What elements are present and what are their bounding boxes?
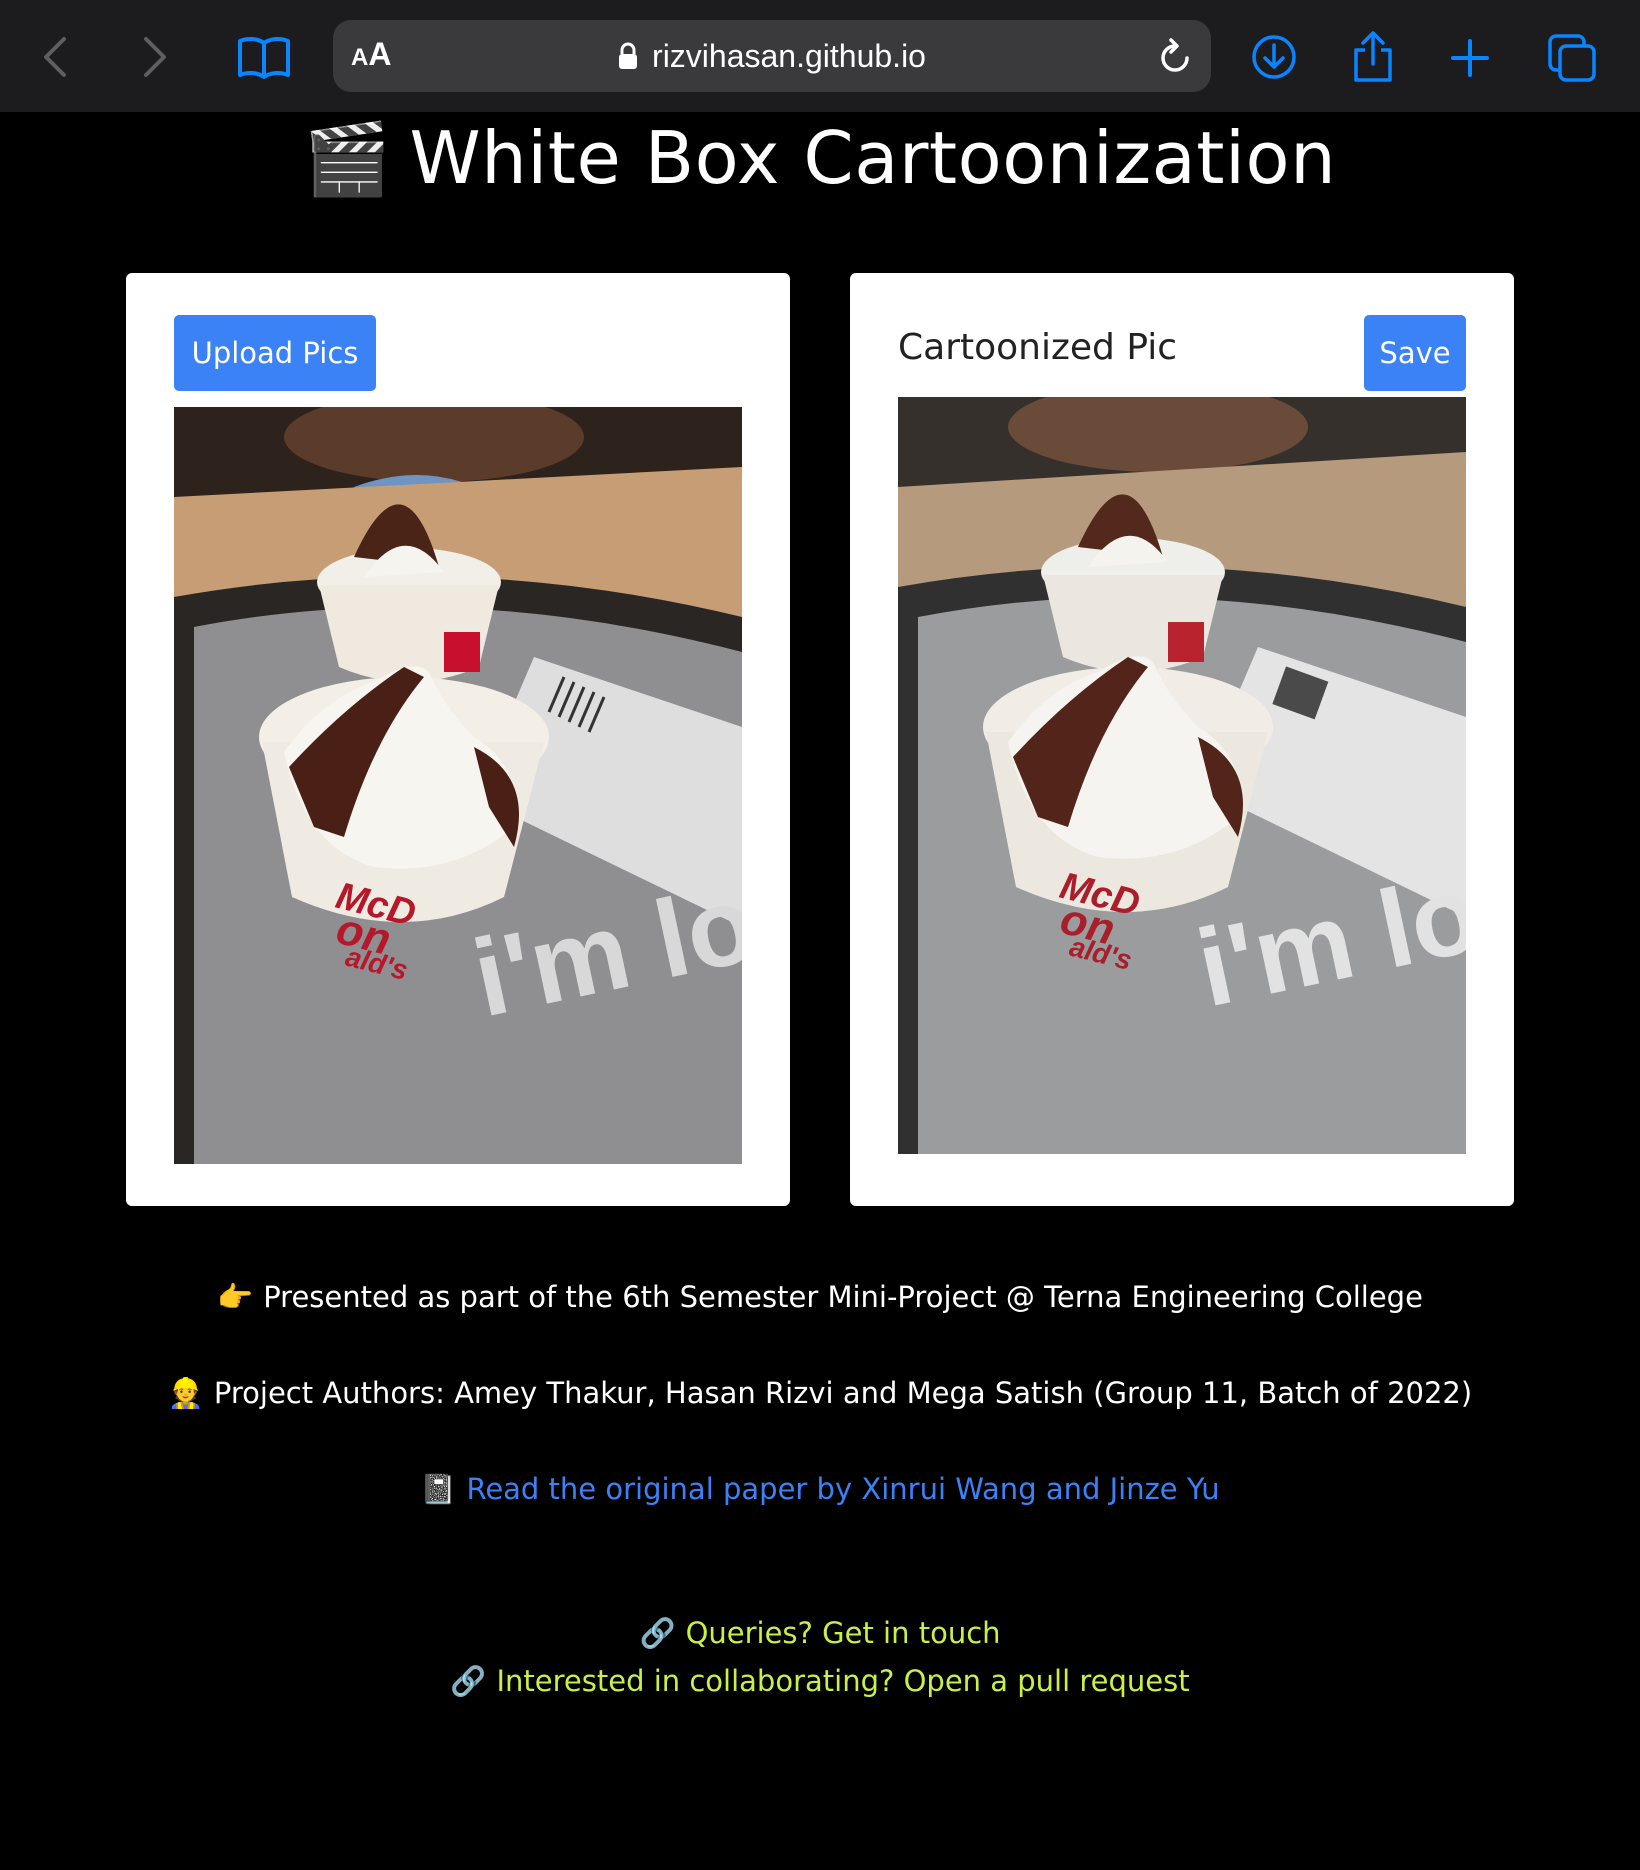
forward-icon[interactable] <box>130 30 180 84</box>
lock-icon <box>618 42 638 70</box>
page-title-text: White Box Cartoonization <box>409 116 1337 200</box>
back-icon[interactable] <box>30 30 80 84</box>
authors-line: 👷 Project Authors: Amey Thakur, Hasan Riz… <box>0 1376 1640 1411</box>
downloads-icon[interactable] <box>1245 26 1303 88</box>
cartoonized-photo: McD on ald's i'm lo <box>898 397 1466 1154</box>
notebook-icon: 📓 <box>420 1472 457 1506</box>
link-icon: 🔗 <box>639 1616 676 1650</box>
queries-link[interactable]: Queries? Get in touch <box>686 1616 1001 1650</box>
original-photo: McD on ald's i'm lo <box>174 407 742 1164</box>
presented-line: 👉 Presented as part of the 6th Semester M… <box>0 1280 1640 1315</box>
tabs-icon[interactable] <box>1540 26 1604 90</box>
reload-icon[interactable] <box>1153 34 1197 78</box>
pointing-hand-icon: 👉 <box>217 1280 254 1314</box>
paper-link[interactable]: Read the original paper by Xinrui Wang a… <box>466 1472 1219 1506</box>
construction-worker-icon: 👷 <box>167 1376 204 1410</box>
queries-line: 🔗 Queries? Get in touch <box>0 1616 1640 1651</box>
upload-card: Upload Pics McD on ald's i'm lo <box>126 273 790 1206</box>
authors-text: Project Authors: Amey Thakur, Hasan Rizv… <box>213 1376 1473 1410</box>
paper-line: 📓 Read the original paper by Xinrui Wang … <box>0 1472 1640 1507</box>
collab-line: 🔗 Interested in collaborating? Open a pul… <box>0 1664 1640 1699</box>
clapperboard-icon: 🎬 <box>303 118 392 200</box>
upload-pics-button[interactable]: Upload Pics <box>174 315 376 391</box>
address-bar[interactable]: AA rizvihasan.github.io <box>333 20 1211 92</box>
page-title: 🎬 White Box Cartoonization <box>0 116 1640 201</box>
url-text: rizvihasan.github.io <box>652 37 926 74</box>
bookmarks-icon[interactable] <box>232 30 296 84</box>
url-display[interactable]: rizvihasan.github.io <box>333 20 1211 92</box>
save-button[interactable]: Save <box>1364 315 1466 391</box>
cartoonized-heading: Cartoonized Pic <box>898 327 1178 368</box>
browser-toolbar: AA rizvihasan.github.io <box>0 0 1640 112</box>
new-tab-icon[interactable] <box>1440 28 1500 88</box>
link-icon: 🔗 <box>450 1664 487 1698</box>
presented-text: Presented as part of the 6th Semester Mi… <box>263 1280 1423 1314</box>
collab-link[interactable]: Interested in collaborating? Open a pull… <box>496 1664 1189 1698</box>
cartoonized-card: Cartoonized Pic Save McD on ald's i'm lo <box>850 273 1514 1206</box>
share-icon[interactable] <box>1345 24 1401 90</box>
